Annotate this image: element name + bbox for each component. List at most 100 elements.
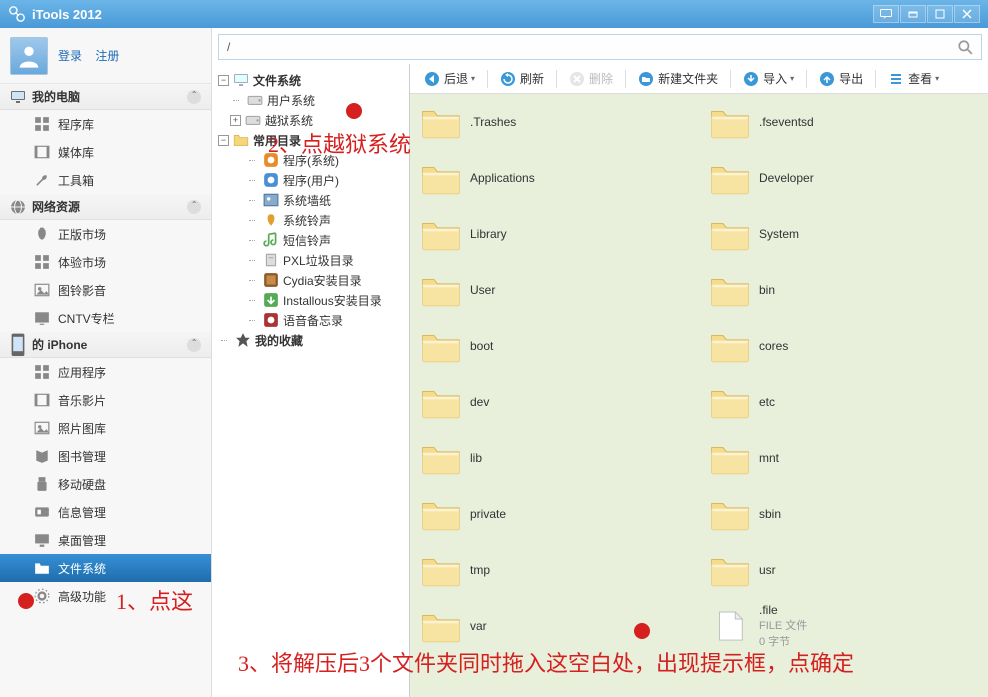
tree-common-item[interactable]: 语音备忘录 (216, 310, 405, 330)
expand-icon[interactable]: + (230, 115, 241, 126)
collapse-icon[interactable]: − (218, 135, 229, 146)
app-icon (263, 312, 279, 328)
sidebar-section-mypc[interactable]: 我的电脑 ˆ (0, 84, 211, 110)
folder-item[interactable]: .Trashes (410, 94, 699, 150)
sidebar-item-program-lib[interactable]: 程序库 (0, 110, 211, 138)
folder-item[interactable]: Developer (699, 150, 988, 206)
folder-item[interactable]: etc (699, 374, 988, 430)
folder-item[interactable]: dev (410, 374, 699, 430)
sidebar-item-toolbox[interactable]: 工具箱 (0, 166, 211, 194)
tree-common-item[interactable]: Cydia安装目录 (216, 270, 405, 290)
folder-grid[interactable]: .TrashesApplicationsLibraryUserbootdevli… (410, 94, 988, 697)
tree-common-item[interactable]: 系统铃声 (216, 210, 405, 230)
folder-item[interactable]: tmp (410, 542, 699, 598)
apple-icon (34, 226, 50, 242)
app-icon (263, 232, 279, 248)
folder-item[interactable]: mnt (699, 430, 988, 486)
tree-user-system[interactable]: 用户系统 (216, 90, 405, 110)
phone-icon (10, 338, 26, 352)
refresh-icon (500, 71, 516, 87)
chevron-up-icon[interactable]: ˆ (187, 338, 201, 352)
sidebar-section-net[interactable]: 网络资源 ˆ (0, 194, 211, 220)
folder-item[interactable]: usr (699, 542, 988, 598)
tree-common[interactable]: − 常用目录 (216, 130, 405, 150)
tree-common-item[interactable]: 短信铃声 (216, 230, 405, 250)
file-pane: 后退▾ 刷新 删除 新建文件夹 导入▾ 导出 查看▾ .Tras (410, 64, 988, 697)
refresh-button[interactable]: 刷新 (494, 68, 550, 90)
tree-favorites[interactable]: 我的收藏 (216, 330, 405, 350)
export-button[interactable]: 导出 (813, 68, 869, 90)
folder-item[interactable]: cores (699, 318, 988, 374)
folder-item[interactable]: System (699, 206, 988, 262)
chevron-up-icon[interactable]: ˆ (187, 200, 201, 214)
register-link[interactable]: 注册 (95, 49, 119, 63)
folder-item[interactable]: bin (699, 262, 988, 318)
account-row: 登录 注册 (0, 28, 211, 84)
toolbar: 后退▾ 刷新 删除 新建文件夹 导入▾ 导出 查看▾ (410, 64, 988, 94)
folder-item[interactable]: boot (410, 318, 699, 374)
sidebar-item-apps[interactable]: 应用程序 (0, 358, 211, 386)
folder-item[interactable]: User (410, 262, 699, 318)
folder-item[interactable]: .fseventsd (699, 94, 988, 150)
gear-icon (34, 588, 50, 604)
annotation-dot-1 (18, 593, 34, 609)
sidebar-item-desktop[interactable]: 桌面管理 (0, 526, 211, 554)
star-icon (235, 332, 251, 348)
folder-item[interactable]: var (410, 598, 699, 654)
tree-root[interactable]: − 文件系统 (216, 70, 405, 90)
film-icon (34, 392, 50, 408)
login-link[interactable]: 登录 (58, 49, 82, 63)
new-folder-button[interactable]: 新建文件夹 (632, 68, 724, 90)
folder-item[interactable]: private (410, 486, 699, 542)
sidebar-item-usb[interactable]: 移动硬盘 (0, 470, 211, 498)
app-icon (263, 152, 279, 168)
sidebar-item-info[interactable]: 信息管理 (0, 498, 211, 526)
maximize-button[interactable] (927, 5, 953, 23)
sidebar-item-filesystem[interactable]: 文件系统 (0, 554, 211, 582)
import-button[interactable]: 导入▾ (737, 68, 800, 90)
chevron-up-icon[interactable]: ˆ (187, 90, 201, 104)
folder-item[interactable]: Library (410, 206, 699, 262)
tree-common-item[interactable]: 系统墙纸 (216, 190, 405, 210)
tree-common-item[interactable]: 程序(用户) (216, 170, 405, 190)
card-icon (34, 504, 50, 520)
app-icon (263, 252, 279, 268)
tree-common-item[interactable]: Installous安装目录 (216, 290, 405, 310)
tree-common-item[interactable]: PXL垃圾目录 (216, 250, 405, 270)
monitor-icon (10, 90, 26, 104)
sidebar-item-photos[interactable]: 照片图库 (0, 414, 211, 442)
path-bar[interactable]: / (218, 34, 982, 60)
close-button[interactable] (954, 5, 980, 23)
sidebar-item-media-lib[interactable]: 媒体库 (0, 138, 211, 166)
sidebar-item-trial-market[interactable]: 体验市场 (0, 248, 211, 276)
globe-icon (10, 200, 26, 214)
search-icon[interactable] (957, 39, 973, 55)
sidebar-item-cntv[interactable]: CNTV专栏 (0, 304, 211, 332)
desktop-icon (34, 532, 50, 548)
collapse-icon[interactable]: − (218, 75, 229, 86)
sidebar-item-ringtone[interactable]: 图铃影音 (0, 276, 211, 304)
sidebar-item-official-market[interactable]: 正版市场 (0, 220, 211, 248)
sidebar-item-music[interactable]: 音乐影片 (0, 386, 211, 414)
folder-item[interactable]: sbin (699, 486, 988, 542)
annotation-dot-3 (634, 623, 650, 639)
folder-item[interactable]: lib (410, 430, 699, 486)
feedback-button[interactable] (873, 5, 899, 23)
minimize-button[interactable] (900, 5, 926, 23)
back-button[interactable]: 后退▾ (418, 68, 481, 90)
view-button[interactable]: 查看▾ (882, 68, 945, 90)
drive-icon (245, 112, 261, 128)
chevron-down-icon: ▾ (471, 74, 475, 83)
folder-icon (233, 132, 249, 148)
drive-icon (247, 92, 263, 108)
tree-jailbreak-system[interactable]: + 越狱系统 (216, 110, 405, 130)
tree-common-item[interactable]: 程序(系统) (216, 150, 405, 170)
delete-button[interactable]: 删除 (563, 68, 619, 90)
wrench-icon (34, 172, 50, 188)
folder-item[interactable]: Applications (410, 150, 699, 206)
export-icon (819, 71, 835, 87)
file-item[interactable]: .fileFILE 文件0 字节 (699, 598, 988, 654)
sidebar-item-books[interactable]: 图书管理 (0, 442, 211, 470)
sidebar-section-device[interactable]: 的 iPhone ˆ (0, 332, 211, 358)
sidebar-section-label: 我的电脑 (32, 88, 80, 105)
